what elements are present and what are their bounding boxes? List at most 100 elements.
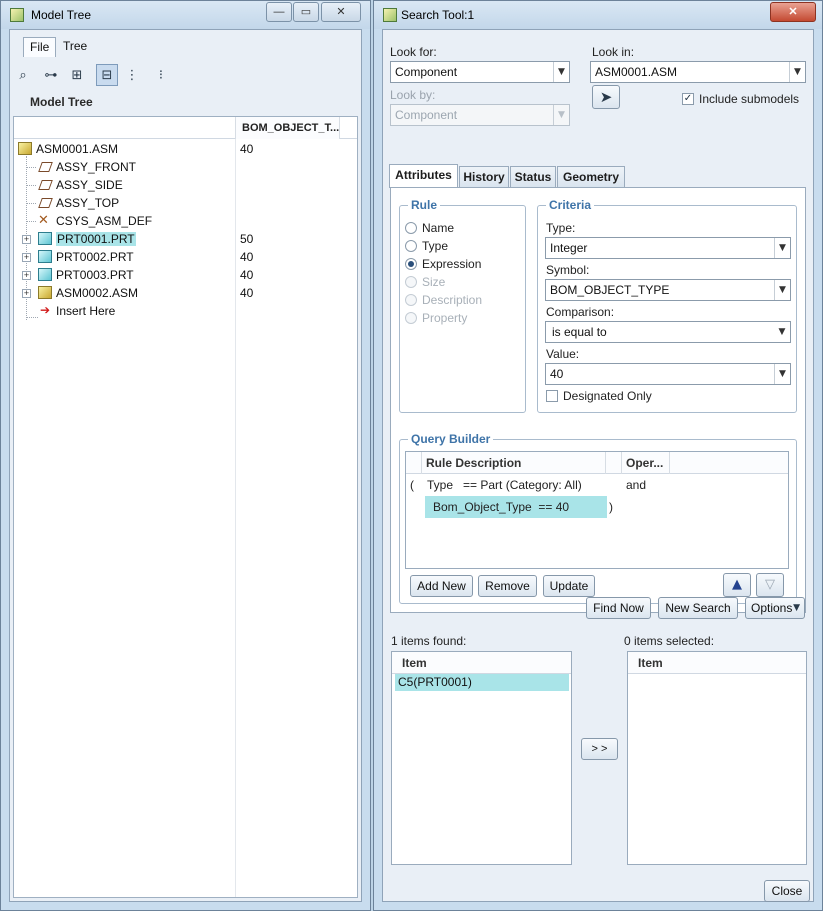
symbol-select[interactable]: BOM_OBJECT_TYPE ▼ [545,279,791,301]
tab-status[interactable]: Status [510,166,556,188]
tree-row[interactable]: + ASM0002.ASM 40 [14,284,357,302]
tree-item-value: 40 [240,286,254,300]
close-button[interactable]: ✕ [321,2,361,22]
rule-expression-radio[interactable] [405,258,417,270]
selected-items-column-header[interactable]: Item [628,652,806,674]
close-dialog-button[interactable]: Close [764,880,810,902]
look-for-select[interactable]: Component ▼ [390,61,570,83]
items-found-label: 1 items found: [391,634,467,648]
look-in-select[interactable]: ASM0001.ASM ▼ [590,61,806,83]
minimize-button[interactable]: — [266,2,292,22]
triangle-up-icon: ▲ [732,577,742,592]
expand-icon[interactable]: + [22,289,31,298]
tree-item-value: 50 [240,232,254,246]
search-tool-app-icon [383,8,397,22]
move-down-button[interactable]: ▽ [756,573,784,597]
found-items-list[interactable]: Item C5(PRT0001) [391,651,572,865]
options-button[interactable]: Options ▼ [745,597,805,619]
tree-item-label: Insert Here [56,304,116,318]
type-value: Integer [550,241,588,255]
query-table-header: Rule Description Oper... [406,452,788,474]
rule-name-radio[interactable] [405,222,417,234]
tree-row-selected[interactable]: + PRT0001.PRT 50 [14,230,357,248]
found-items-column-header[interactable]: Item [392,652,571,674]
chevron-down-icon: ▼ [789,62,805,82]
model-tree-titlebar[interactable]: Model Tree — ▭ ✕ [1,1,370,29]
triangle-down-icon: ▽ [765,577,775,592]
cursor-arrow-icon: ➤ [599,88,613,106]
model-tree-title: Model Tree [31,8,92,22]
rule-size-radio [405,276,417,288]
expand-icon[interactable]: + [22,271,31,280]
value-value: 40 [550,367,564,381]
tree-item-label: PRT0001.PRT [56,232,136,246]
tree-item-label: CSYS_ASM_DEF [56,214,153,228]
expand-icon[interactable]: + [22,253,31,262]
tree-row-insert-here[interactable]: ➔ Insert Here [14,302,357,320]
open-paren: ( [410,478,414,492]
update-button[interactable]: Update [543,575,595,597]
new-search-button[interactable]: New Search [658,597,738,619]
tree-menu[interactable]: Tree [57,37,93,57]
move-up-button[interactable]: ▲ [723,573,751,597]
designated-only-checkbox[interactable] [546,390,558,402]
query-table[interactable]: Rule Description Oper... ( Type == Part … [405,451,789,569]
selected-items-list[interactable]: Item [627,651,807,865]
tab-attributes[interactable]: Attributes [389,164,458,188]
restore-button[interactable]: ▭ [293,2,319,22]
expand-tree-icon[interactable]: ⋮ [121,64,143,86]
tree-row[interactable]: + PRT0003.PRT 40 [14,266,357,284]
operator-cell[interactable]: and [626,478,646,492]
pick-model-button[interactable]: ➤ [592,85,620,109]
chevron-down-icon: ▼ [553,105,569,125]
close-button[interactable]: ✕ [770,2,816,22]
expand-icon[interactable]: + [22,235,31,244]
tree-filter-icon[interactable]: ⊶ [40,64,62,86]
rule-description-header[interactable]: Rule Description [422,452,606,474]
type-select[interactable]: Integer ▼ [545,237,791,259]
include-submodels-checkbox[interactable]: ✓ [682,93,694,105]
model-tree-window: Model Tree — ▭ ✕ File Tree ⌕ ⊶ ⊞ ⊟ ⋮ ⁝ M… [0,0,371,911]
query-builder-group: Query Builder Rule Description Oper... (… [399,432,797,604]
rule-size-label: Size [422,275,446,289]
rule-description-cell: Bom_Object_Type == 40 [433,500,570,514]
rule-group: Rule Name Type Expression Size Descripti… [399,198,526,413]
tree-item-label: ASM0001.ASM [36,142,119,156]
chevron-down-icon: ▼ [553,62,569,82]
remove-button[interactable]: Remove [478,575,537,597]
transfer-button[interactable]: > > [581,738,618,760]
find-icon[interactable]: ⌕ [12,64,34,86]
value-select[interactable]: 40 ▼ [545,363,791,385]
tab-geometry[interactable]: Geometry [557,166,625,188]
find-now-button[interactable]: Find Now [586,597,651,619]
model-tree-view[interactable]: BOM_OBJECT_T... ASM0001.ASM 40 ASSY_FRON… [13,116,358,898]
insert-arrow-icon: ➔ [40,303,51,317]
comparison-select[interactable]: is equal to ▼ [545,321,791,343]
tree-row[interactable]: ASSY_FRONT [14,158,357,176]
operator-header[interactable]: Oper... [622,452,670,474]
add-new-button[interactable]: Add New [410,575,473,597]
tree-row[interactable]: ✕ CSYS_ASM_DEF [14,212,357,230]
file-menu[interactable]: File [23,37,57,57]
query-row-selected[interactable]: Bom_Object_Type == 40 [425,496,607,518]
tree-row[interactable]: + PRT0002.PRT 40 [14,248,357,266]
show-tree-icon[interactable]: ⊟ [96,64,118,86]
tree-settings-icon[interactable]: ⁝ [150,64,172,86]
found-item-row[interactable]: C5(PRT0001) [395,674,569,691]
model-tree-toolbar: ⌕ ⊶ ⊞ ⊟ ⋮ ⁝ [10,62,361,88]
attributes-panel: Rule Name Type Expression Size Descripti… [390,187,806,613]
rule-type-radio[interactable] [405,240,417,252]
chevron-down-icon: ▼ [774,364,790,384]
search-tool-titlebar[interactable]: Search Tool:1 ✕ [374,1,822,29]
tree-row[interactable]: ASSY_SIDE [14,176,357,194]
query-builder-legend: Query Builder [408,432,494,446]
tree-row-root[interactable]: ASM0001.ASM 40 [14,140,357,158]
rule-type-label: Type [422,239,449,253]
bom-object-type-column-header[interactable]: BOM_OBJECT_T... [235,117,340,139]
rule-description-cell[interactable]: Type == Part (Category: All) [427,478,582,492]
part-icon [38,268,52,281]
items-selected-label: 0 items selected: [624,634,715,648]
tab-history[interactable]: History [459,166,509,188]
tree-columns-icon[interactable]: ⊞ [66,64,88,86]
tree-row[interactable]: ASSY_TOP [14,194,357,212]
